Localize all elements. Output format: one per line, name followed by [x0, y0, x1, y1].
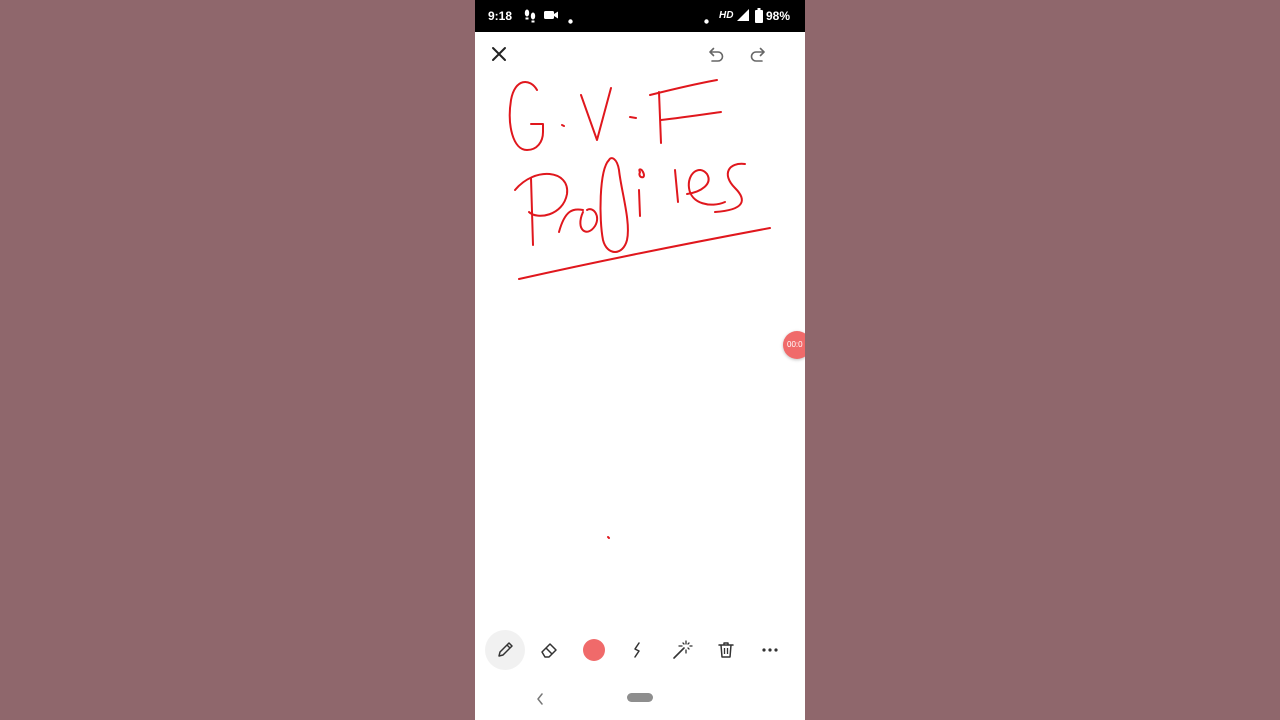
notification-dot-icon [568, 13, 573, 27]
eraser-icon [541, 643, 557, 658]
more-options-button[interactable] [750, 630, 790, 670]
pen-tool-button[interactable] [485, 630, 525, 670]
battery-percentage: 98% [766, 9, 791, 23]
back-button[interactable] [530, 688, 550, 710]
video-camera-icon [543, 7, 559, 26]
battery-icon [755, 8, 763, 26]
back-icon [537, 693, 543, 705]
steps-icon [523, 7, 537, 26]
undo-button[interactable] [701, 40, 729, 68]
drawing-canvas[interactable] [475, 70, 805, 625]
network-type-label: HD [719, 10, 734, 21]
color-swatch [583, 639, 605, 661]
magic-wand-icon [673, 640, 693, 659]
pen-icon [498, 642, 513, 657]
undo-icon [709, 47, 724, 62]
handwritten-ink [508, 79, 771, 539]
status-bar: 9:18 HD 98% [475, 0, 805, 32]
signal-icon [737, 9, 750, 25]
stroke-icon [634, 642, 640, 658]
recording-timer[interactable]: 00:0 [783, 331, 805, 359]
stroke-style-button[interactable] [617, 630, 657, 670]
status-time: 9:18 [488, 9, 513, 23]
redo-button[interactable] [745, 40, 773, 68]
phone-screen: 9:18 HD 98% 00:0 [475, 0, 805, 720]
navigation-bar [475, 680, 805, 720]
close-button[interactable] [485, 40, 513, 68]
close-icon [492, 47, 506, 61]
notification-dot-icon [704, 13, 709, 27]
trash-icon [718, 642, 734, 658]
color-picker-button[interactable] [574, 630, 614, 670]
drawing-toolbar [475, 626, 805, 674]
clear-canvas-button[interactable] [706, 630, 746, 670]
eraser-tool-button[interactable] [529, 630, 569, 670]
redo-icon [750, 47, 765, 62]
home-pill[interactable] [627, 693, 653, 702]
more-icon [762, 648, 778, 652]
magic-wand-button[interactable] [662, 630, 702, 670]
